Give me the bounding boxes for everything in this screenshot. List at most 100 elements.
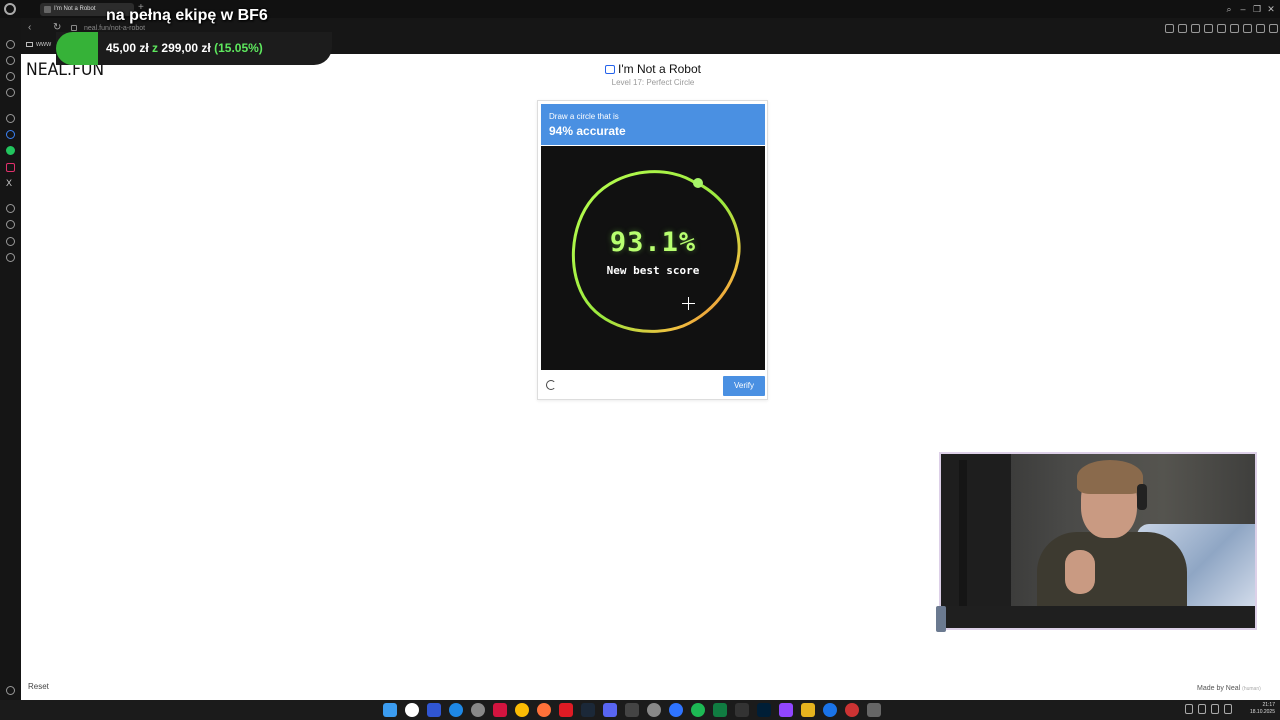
opera-gx-icon[interactable] (493, 703, 507, 717)
tray-chevron-icon[interactable] (1185, 704, 1193, 714)
tab-title: I'm Not a Robot (54, 6, 96, 12)
page-header: I'm Not a Robot Level 17: Perfect Circle (560, 62, 746, 88)
goal-amount: 45,00 zł (106, 41, 149, 55)
webcam-headset (1137, 484, 1147, 510)
taskbar-app-icon[interactable] (801, 703, 815, 717)
window-controls: ⌕ – ❐ ✕ (1225, 0, 1280, 18)
drawing-canvas[interactable]: 93.1% New best score (541, 146, 765, 370)
clock-time: 21:17 (1262, 702, 1275, 708)
photoshop-icon[interactable] (757, 703, 771, 717)
taskbar-app-icon[interactable] (449, 703, 463, 717)
download-icon[interactable] (1256, 24, 1265, 33)
webcam-desk (941, 606, 1255, 628)
best-score-label: New best score (606, 264, 700, 277)
network-icon[interactable] (1211, 704, 1219, 714)
lock-icon (71, 25, 77, 31)
sidebar-settings-icon[interactable] (6, 253, 15, 262)
instagram-icon[interactable] (6, 163, 15, 172)
discord-icon[interactable] (603, 703, 617, 717)
messenger-icon[interactable] (6, 130, 15, 139)
taskbar-app-icon[interactable] (471, 703, 485, 717)
excel-icon[interactable] (713, 703, 727, 717)
sidebar-more-icon[interactable] (6, 686, 15, 695)
level-label: Level 17: Perfect Circle (611, 78, 695, 87)
webcam-person-hair (1077, 460, 1143, 494)
system-tray (1185, 704, 1232, 714)
chatgpt-icon[interactable] (6, 114, 15, 123)
extension-icons (1165, 24, 1278, 33)
captcha-header: Draw a circle that is 94% accurate (541, 104, 765, 145)
clock-date: 18.10.2025 (1249, 709, 1275, 715)
spotify-icon[interactable] (691, 703, 705, 717)
browser-sidebar: X (0, 18, 21, 700)
history-icon[interactable] (6, 220, 15, 229)
snapshot-icon[interactable] (1178, 24, 1187, 33)
goal-percent: (15.05%) (214, 41, 263, 55)
player-icon[interactable] (6, 204, 15, 213)
made-by-credit[interactable]: Made by Neal (human) (1197, 684, 1261, 694)
goal-connector: z (152, 41, 159, 55)
volume-icon[interactable] (1224, 704, 1232, 714)
back-button[interactable]: ‹ (28, 22, 31, 34)
shield-icon[interactable] (1191, 24, 1200, 33)
verify-button[interactable]: Verify (723, 376, 765, 396)
maximize-button[interactable]: ❐ (1253, 0, 1261, 18)
bookmark-folder-icon (26, 42, 33, 47)
play-icon[interactable] (1217, 24, 1226, 33)
settings-icon[interactable] (1269, 24, 1278, 33)
windows-start-icon[interactable] (383, 703, 397, 717)
webcam-person-hand (1065, 550, 1095, 594)
made-by-text: Made by Neal (1197, 685, 1241, 692)
taskbar-app-icon[interactable] (427, 703, 441, 717)
wallet-icon[interactable] (1243, 24, 1252, 33)
microphone-icon[interactable] (1198, 704, 1206, 714)
twitch-icon[interactable] (779, 703, 793, 717)
goal-target: 299,00 zł (161, 41, 211, 55)
capcut-icon[interactable] (735, 703, 749, 717)
score-percent: 93.1% (609, 227, 697, 258)
close-window-button[interactable]: ✕ (1267, 0, 1275, 18)
opera-logo-icon[interactable] (4, 3, 16, 15)
taskbar-app-icon[interactable] (625, 703, 639, 717)
captcha-card: Draw a circle that is 94% accurate 93.1%… (537, 100, 768, 400)
captcha-target: 94% accurate (549, 124, 626, 138)
steam-icon[interactable] (581, 703, 595, 717)
x-twitter-icon[interactable]: X (6, 179, 12, 188)
refresh-icon[interactable] (546, 380, 556, 390)
chrome-icon[interactable] (515, 703, 529, 717)
taskbar-clock[interactable]: 21:17 18.10.2025 (1243, 702, 1275, 716)
donation-goal-progress: 45,00 zł z 299,00 zł (15.05%) (106, 41, 263, 55)
webcam-feed (939, 452, 1257, 630)
robot-icon (605, 65, 615, 74)
aria-icon[interactable] (6, 56, 15, 65)
captcha-instruction: Draw a circle that is (549, 112, 619, 121)
human-tag: (human) (1242, 686, 1261, 692)
webcam-mic-arm (959, 460, 967, 610)
page-title-text: I'm Not a Robot (618, 62, 701, 76)
taskbar-app-icon[interactable] (867, 703, 881, 717)
extension-icon[interactable] (1204, 24, 1213, 33)
reset-button[interactable]: Reset (28, 682, 49, 692)
pinboard-icon[interactable] (6, 237, 15, 246)
taskbar-app-icon[interactable] (823, 703, 837, 717)
taskbar-app-icon[interactable] (845, 703, 859, 717)
taskbar-apps (383, 703, 881, 717)
search-tabs-icon[interactable]: ⌕ (1225, 0, 1233, 18)
firefox-icon[interactable] (537, 703, 551, 717)
donation-goal-logo-icon (56, 32, 98, 65)
drawn-circle (571, 170, 741, 333)
crosshair-cursor-icon (682, 297, 695, 310)
messenger-icon[interactable] (669, 703, 683, 717)
bookmark-folder-www[interactable]: www (36, 40, 51, 49)
chat-icon[interactable] (6, 72, 15, 81)
heart-icon[interactable] (1230, 24, 1239, 33)
minimize-button[interactable]: – (1239, 0, 1247, 18)
taskbar-app-icon[interactable] (647, 703, 661, 717)
taskbar-app-icon[interactable] (559, 703, 573, 717)
speed-dial-icon[interactable] (6, 40, 15, 49)
taskbar-app-icon[interactable] (405, 703, 419, 717)
whatsapp-icon[interactable] (6, 146, 15, 155)
music-icon[interactable] (6, 88, 15, 97)
windows-taskbar: 21:17 18.10.2025 (0, 700, 1280, 720)
bookmark-icon[interactable] (1165, 24, 1174, 33)
